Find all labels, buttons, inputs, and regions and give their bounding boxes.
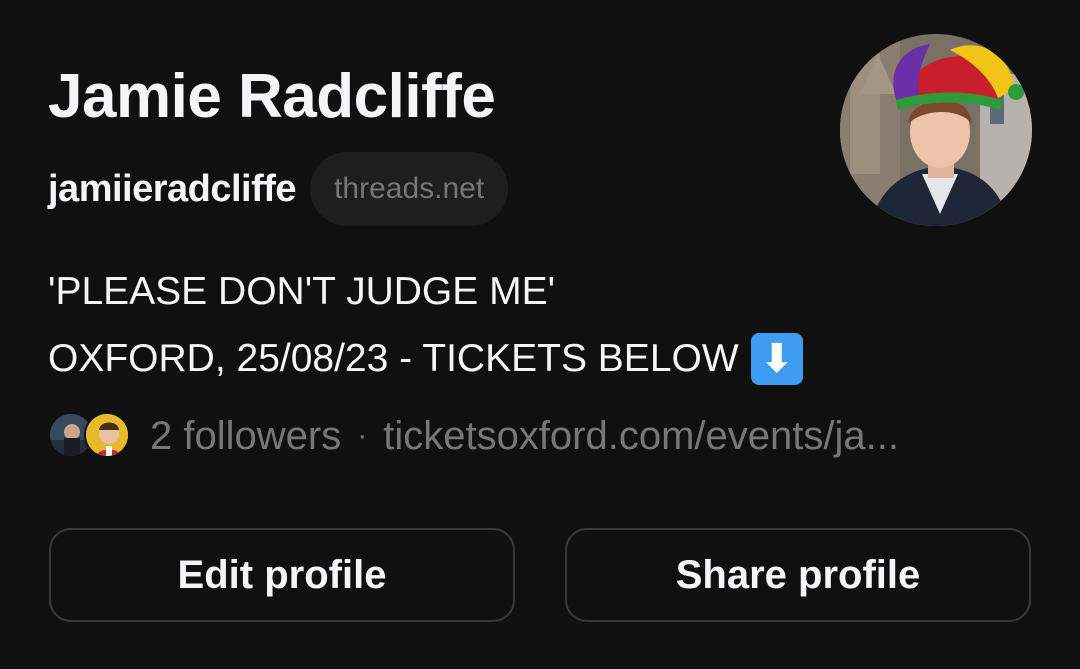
handle-row: jamiieradcliffe threads.net [48,152,509,226]
down-arrow-emoji-icon: ⬇ [750,332,803,385]
username: jamiieradcliffe [48,167,297,210]
bio: 'PLEASE DON'T JUDGE ME' OXFORD, 25/08/23… [48,258,803,392]
separator-dot: · [357,419,368,452]
profile-avatar[interactable] [840,34,1032,226]
followers-count[interactable]: 2 followers [150,414,341,459]
bio-line-2: OXFORD, 25/08/23 - TICKETS BELOW ⬇ [48,325,803,392]
bio-text-2: OXFORD, 25/08/23 - TICKETS BELOW [48,337,739,380]
profile-link[interactable]: ticketsoxford.com/events/ja... [383,414,899,459]
edit-profile-button[interactable]: Edit profile [49,528,515,622]
share-profile-button[interactable]: Share profile [565,528,1031,622]
follower-avatar-image [86,414,128,456]
threads-domain-badge[interactable]: threads.net [310,152,509,226]
follower-avatars[interactable] [48,410,134,462]
follower-avatar [84,412,130,458]
display-name: Jamie Radcliffe [48,62,496,131]
profile-avatar-image [840,34,1032,226]
meta-row: 2 followers · ticketsoxford.com/events/j… [48,408,1038,464]
bio-line-1: 'PLEASE DON'T JUDGE ME' [48,258,803,325]
bio-text-1: 'PLEASE DON'T JUDGE ME' [48,270,556,313]
